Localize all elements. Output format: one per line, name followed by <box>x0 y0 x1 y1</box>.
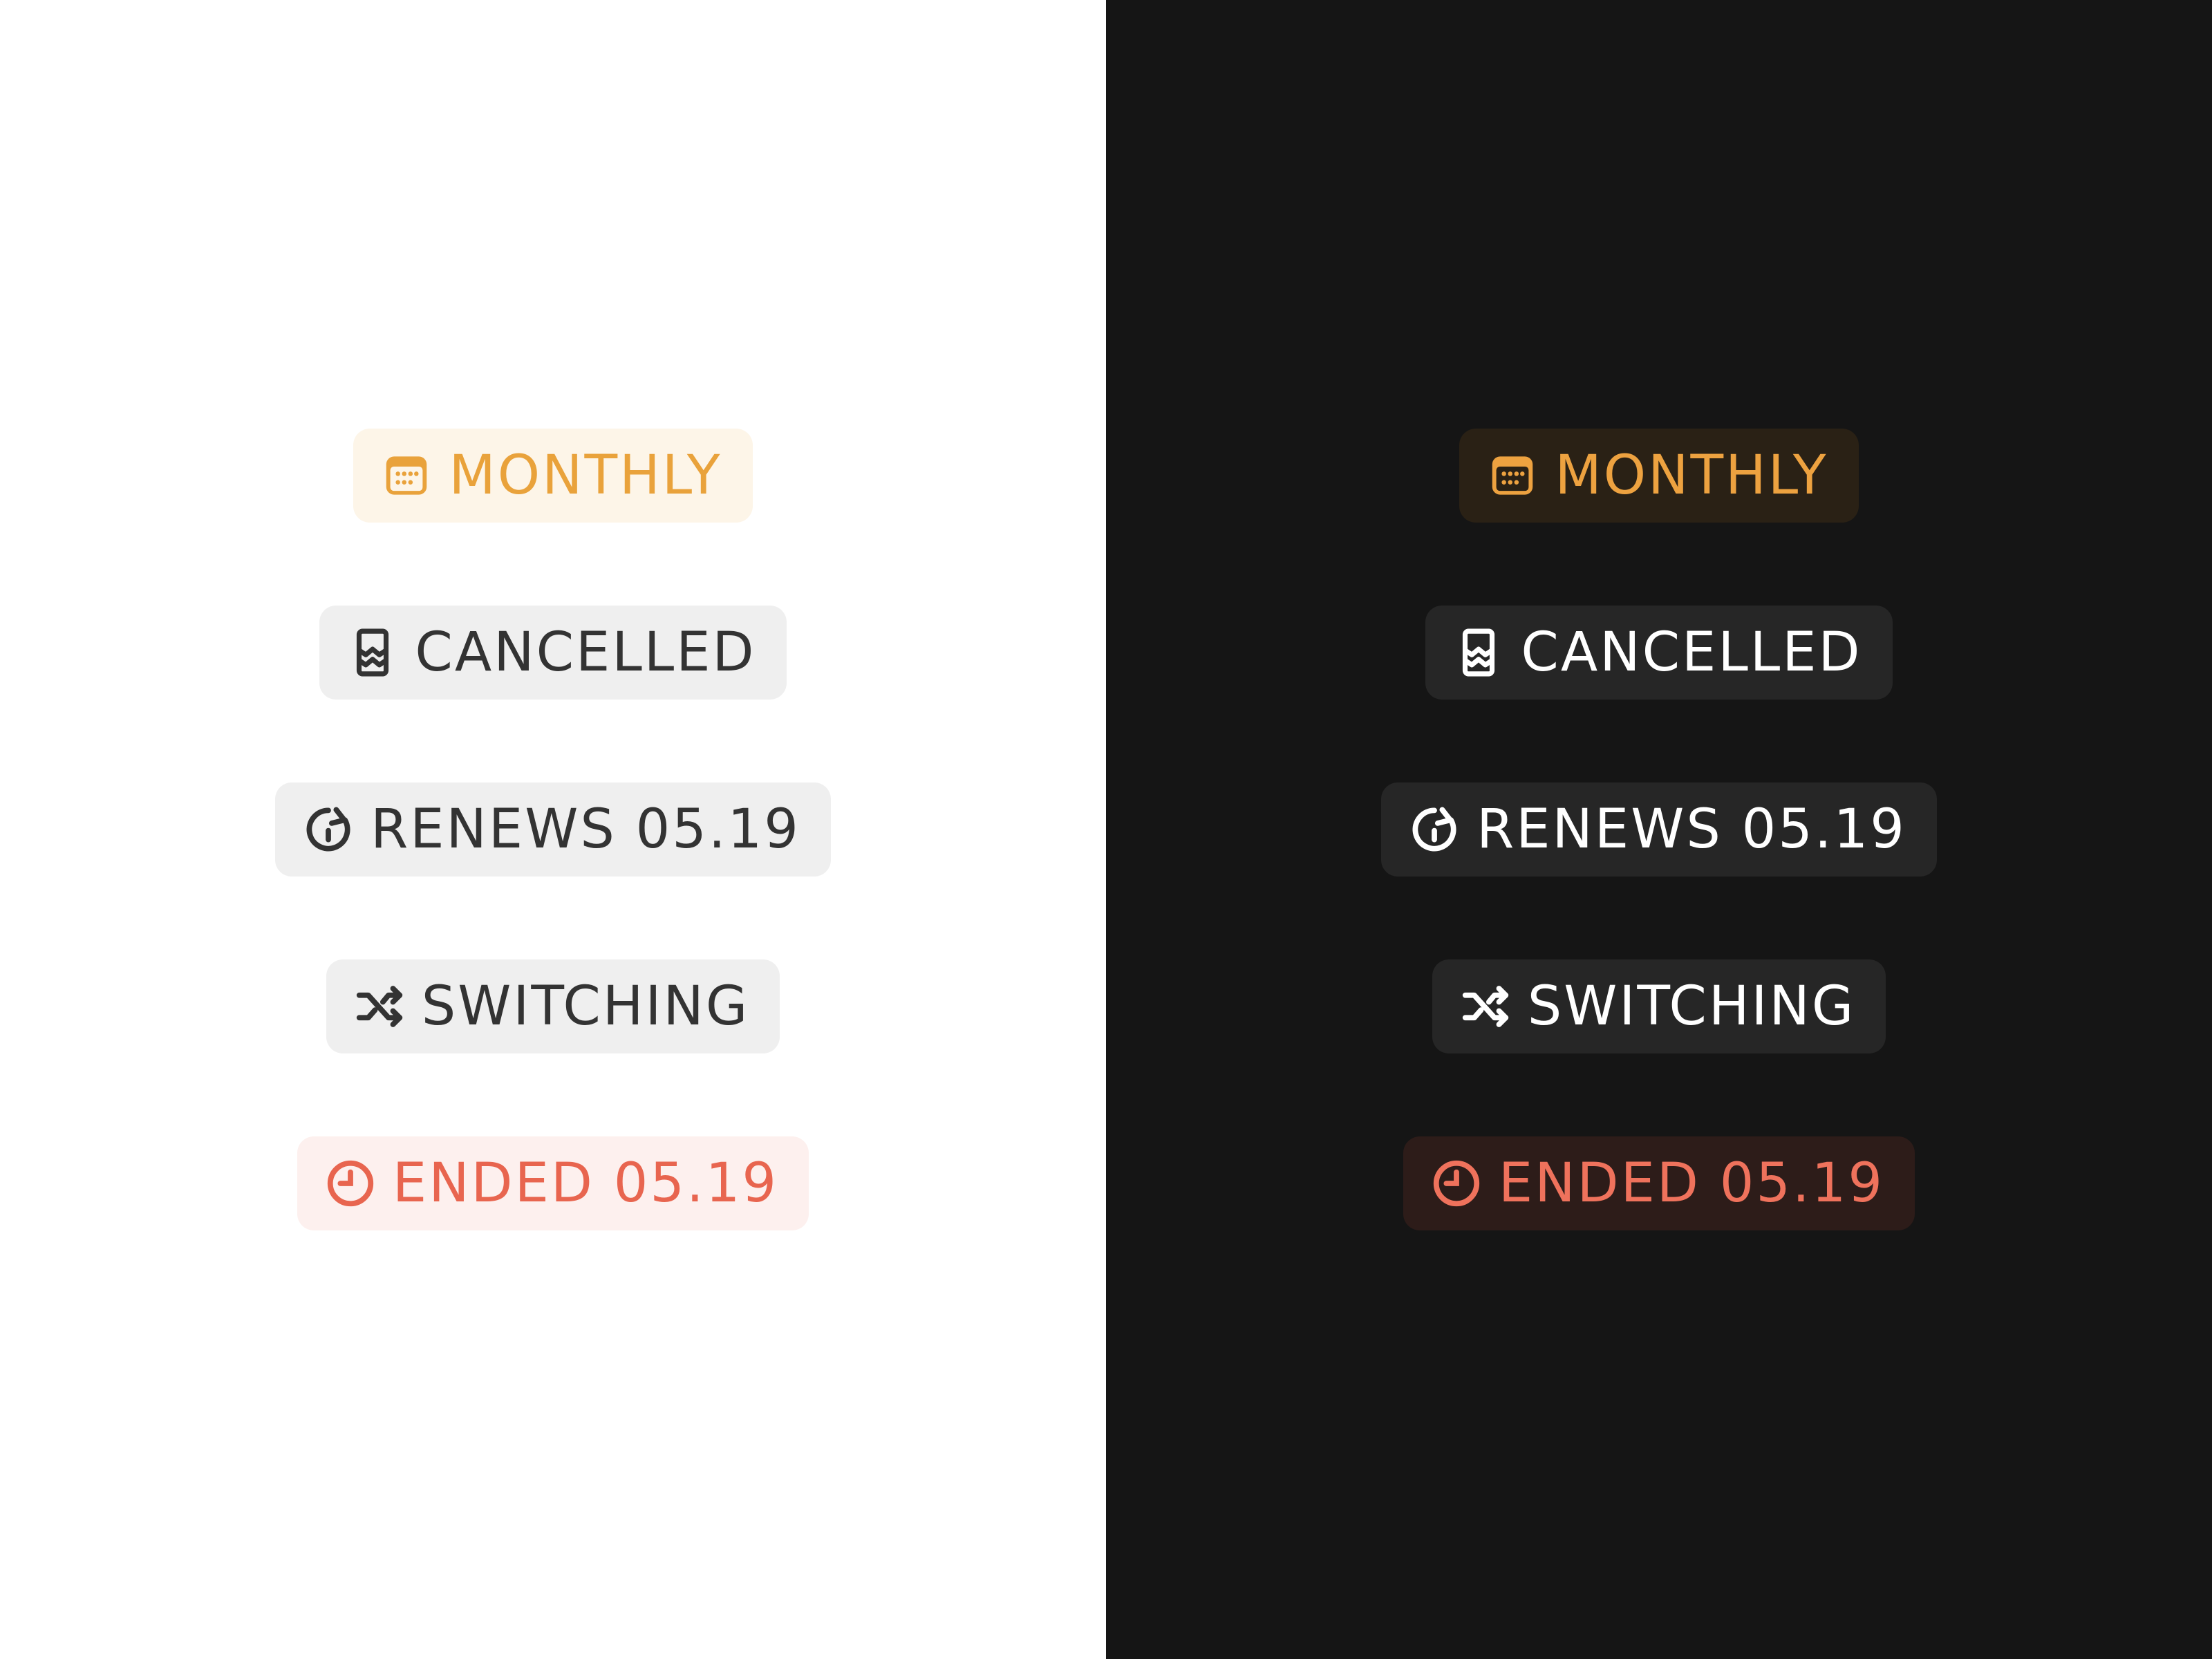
monthly-badge: MONTHLY <box>1459 429 1859 523</box>
switching-badge: SWITCHING <box>1432 959 1886 1053</box>
badge-label: CANCELLED <box>1521 621 1862 684</box>
cancelled-ticket-icon <box>346 626 400 679</box>
badge-label: MONTHLY <box>1555 444 1828 507</box>
badge-label: MONTHLY <box>449 444 722 507</box>
badge-showcase: MONTHLY CANCELLED RENEWS 05.19 SWITCHING <box>0 0 2212 1659</box>
badge-label: RENEWS 05.19 <box>371 798 800 861</box>
badge-label: SWITCHING <box>1527 975 1856 1038</box>
renew-arrow-icon <box>301 803 355 856</box>
ended-badge: ENDED 05.19 <box>297 1136 809 1230</box>
renew-arrow-icon <box>1407 803 1461 856</box>
cancelled-badge: CANCELLED <box>1425 606 1893 700</box>
shuffle-icon <box>353 980 406 1033</box>
light-panel: MONTHLY CANCELLED RENEWS 05.19 SWITCHING <box>0 0 1106 1659</box>
calendar-icon <box>379 449 433 503</box>
renews-badge: RENEWS 05.19 <box>1381 782 1937 877</box>
ended-badge: ENDED 05.19 <box>1403 1136 1915 1230</box>
monthly-badge: MONTHLY <box>353 429 753 523</box>
renews-badge: RENEWS 05.19 <box>275 782 831 877</box>
badge-label: SWITCHING <box>421 975 750 1038</box>
badge-list: MONTHLY CANCELLED RENEWS 05.19 SWITCHING <box>0 429 1106 1230</box>
badge-label: CANCELLED <box>415 621 756 684</box>
badge-list: MONTHLY CANCELLED RENEWS 05.19 SWITCHING <box>1106 429 2212 1230</box>
badge-label: ENDED 05.19 <box>1498 1152 1885 1215</box>
cancelled-badge: CANCELLED <box>319 606 787 700</box>
dark-panel: MONTHLY CANCELLED RENEWS 05.19 SWITCHING <box>1106 0 2212 1659</box>
cancelled-ticket-icon <box>1452 626 1506 679</box>
clock-icon <box>1430 1156 1483 1210</box>
badge-label: ENDED 05.19 <box>392 1152 779 1215</box>
switching-badge: SWITCHING <box>326 959 780 1053</box>
calendar-icon <box>1485 449 1539 503</box>
shuffle-icon <box>1459 980 1512 1033</box>
badge-label: RENEWS 05.19 <box>1477 798 1906 861</box>
clock-icon <box>324 1156 377 1210</box>
